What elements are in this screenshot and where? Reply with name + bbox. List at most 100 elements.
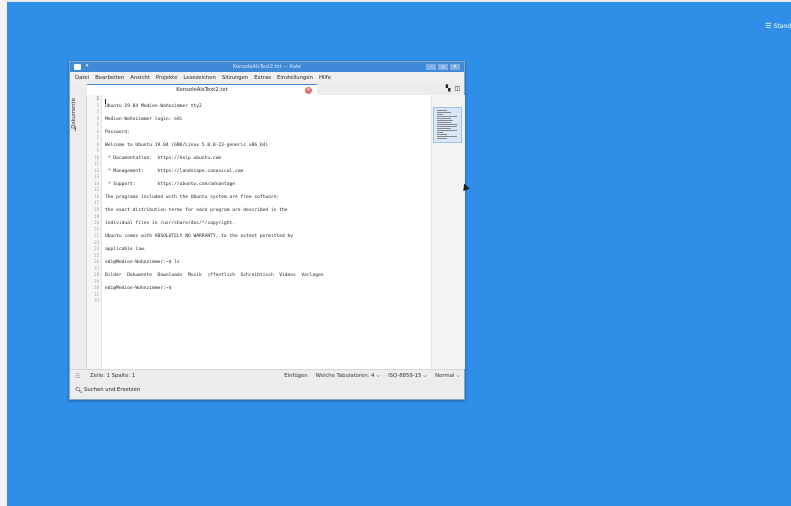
code-line: the exact distribution terms for each pr… bbox=[105, 208, 288, 213]
line-number: 22 bbox=[94, 233, 99, 239]
encoding-label: ISO-8859-15 bbox=[388, 373, 422, 379]
code-line: Bilder Dokumente Downloads Musik ▯ffentl… bbox=[105, 273, 324, 279]
line-number: 2 bbox=[96, 102, 99, 108]
line-number: 11 bbox=[94, 161, 99, 167]
line-number: 21 bbox=[94, 226, 99, 232]
editor-area[interactable]: 1 2 3 4 5 6 7 8 9 10 11 12 13 14 15 16 17 18 19 20 21 22 23 24 2… bbox=[87, 95, 431, 369]
menu-sitzungen[interactable]: Sitzungen bbox=[222, 75, 248, 81]
line-number: 24 bbox=[94, 246, 99, 252]
quick-open-icon[interactable]: ▚ bbox=[446, 85, 451, 92]
line-number-gutter: 1 2 3 4 5 6 7 8 9 10 11 12 13 14 15 16 17 18 19 20 21 22 23 24 2… bbox=[87, 95, 102, 369]
code-line: The programs included with the Ubuntu sy… bbox=[105, 194, 280, 200]
search-icon[interactable]: 🔍︎ bbox=[75, 387, 83, 394]
line-number: 18 bbox=[94, 207, 99, 212]
line-number: 26 bbox=[94, 259, 99, 265]
desktop-top-right-label: Stand bbox=[773, 22, 791, 30]
code-line: edi@Medion-Wohnzimmer:~$ ls bbox=[105, 260, 180, 266]
kate-window: ✦ KonsoleAlsText2.txt — Kate – ▫ × Datei… bbox=[69, 61, 465, 400]
menu-icon: ☰ bbox=[765, 22, 772, 30]
line-number: 28 bbox=[94, 272, 99, 278]
window-title: KonsoleAlsText2.txt — Kate bbox=[232, 64, 302, 70]
minimap-viewport[interactable] bbox=[433, 107, 462, 143]
minimap-line bbox=[437, 124, 457, 125]
minimap-line bbox=[437, 134, 447, 135]
hamburger-icon[interactable]: ☰ bbox=[75, 373, 80, 380]
line-number: 1 bbox=[96, 96, 99, 101]
minimap[interactable] bbox=[431, 95, 465, 369]
tab-label: KonsoleAlsText2.txt bbox=[176, 87, 228, 93]
minimap-line bbox=[437, 118, 451, 119]
minimap-line bbox=[437, 120, 453, 121]
left-sidebar: Dokumente ⭱ bbox=[70, 95, 87, 389]
line-number: 4 bbox=[96, 115, 99, 121]
code-line: individual files in /usr/share/doc/*/cop… bbox=[105, 221, 235, 227]
menu-extras[interactable]: Extras bbox=[254, 75, 271, 81]
code-line: Ubuntu comes with ABSOLUTELY NO WARRANTY… bbox=[105, 234, 294, 240]
upload-icon[interactable]: ⭱ bbox=[74, 125, 76, 136]
line-number: 32 bbox=[94, 298, 99, 304]
line-number: 25 bbox=[94, 252, 99, 258]
line-number: 13 bbox=[94, 174, 99, 180]
window-titlebar[interactable]: ✦ KonsoleAlsText2.txt — Kate – ▫ × bbox=[70, 62, 464, 72]
line-number: 3 bbox=[96, 109, 99, 115]
line-number: 17 bbox=[94, 200, 99, 206]
status-bar: ☰ Zeile: 1 Spalte: 1 Einfügen Weiche Tab… bbox=[70, 369, 464, 383]
minimap-line bbox=[437, 128, 451, 129]
code-line: * Management: https://landscape.canonica… bbox=[105, 168, 244, 174]
syntax-label: Normal bbox=[435, 373, 455, 379]
minimap-line bbox=[437, 116, 457, 117]
chevron-down-icon: ⌵ bbox=[423, 373, 428, 379]
desktop-top-right-button[interactable]: ☰ Stand bbox=[765, 20, 791, 32]
menu-lesezeichen[interactable]: Lesezeichen bbox=[183, 75, 216, 81]
menubar: Datei Bearbeiten Ansicht Projekte Leseze… bbox=[70, 72, 464, 83]
line-number: 19 bbox=[94, 213, 99, 219]
indentation-label: Weiche Tabulatoren: 4 bbox=[315, 373, 375, 379]
menu-hilfe[interactable]: Hilfe bbox=[319, 75, 331, 81]
desktop-left-panel bbox=[0, 0, 7, 506]
line-number: 31 bbox=[94, 291, 99, 297]
line-number: 27 bbox=[94, 265, 99, 271]
code-line: applicable law. bbox=[105, 247, 147, 253]
split-view-icon[interactable]: ◫ bbox=[454, 85, 460, 92]
find-replace-button[interactable]: Suchen und Ersetzen bbox=[84, 382, 140, 399]
minimap-line bbox=[437, 130, 457, 131]
chevron-down-icon: ⌵ bbox=[376, 373, 381, 379]
minimap-line bbox=[437, 138, 447, 139]
menu-projekte[interactable]: Projekte bbox=[156, 75, 178, 81]
line-number: 16 bbox=[94, 193, 99, 199]
line-number: 29 bbox=[94, 278, 99, 284]
menu-einstellungen[interactable]: Einstellungen bbox=[277, 75, 313, 81]
menu-datei[interactable]: Datei bbox=[75, 75, 89, 81]
minimize-button[interactable]: – bbox=[426, 64, 436, 70]
minimap-line bbox=[437, 136, 457, 137]
code-line: Password: bbox=[105, 129, 130, 135]
code-line: Ubuntu 19.04 Medion-Wohnzimmer tty2 bbox=[105, 103, 202, 109]
line-number: 30 bbox=[94, 285, 99, 291]
line-number: 8 bbox=[96, 141, 99, 147]
minimap-line bbox=[437, 132, 443, 133]
line-number: 10 bbox=[94, 154, 99, 160]
code-line: Welcome to Ubuntu 19.04 (GNU/Linux 5.0.0… bbox=[105, 142, 269, 148]
menu-ansicht[interactable]: Ansicht bbox=[130, 75, 150, 81]
minimap-line bbox=[437, 122, 451, 123]
code-line: * Support: https://ubuntu.com/advantage bbox=[105, 181, 235, 187]
find-bar: 🔍︎ Suchen und Ersetzen bbox=[70, 382, 464, 399]
code-line: edi@Medion-Wohnzimmer:~$ bbox=[105, 286, 172, 292]
line-number: 5 bbox=[96, 122, 99, 128]
code-line: Medion-Wohnzimmer login: edi bbox=[105, 116, 183, 122]
line-number: 7 bbox=[96, 135, 99, 141]
minimap-line bbox=[437, 126, 457, 127]
menu-bearbeiten[interactable]: Bearbeiten bbox=[95, 75, 124, 81]
code-line: * Documentation: https://help.ubuntu.com bbox=[105, 155, 222, 161]
line-number: 9 bbox=[96, 148, 99, 154]
maximize-button[interactable]: ▫ bbox=[438, 64, 448, 70]
close-button[interactable]: × bbox=[450, 64, 460, 70]
line-number: 20 bbox=[94, 220, 99, 226]
line-number: 6 bbox=[96, 128, 99, 134]
line-number: 12 bbox=[94, 167, 99, 173]
line-number: 15 bbox=[94, 187, 99, 193]
minimap-line bbox=[437, 110, 447, 111]
minimap-line bbox=[437, 112, 451, 113]
minimap-line bbox=[437, 114, 443, 115]
tab-close-icon[interactable]: × bbox=[305, 87, 312, 94]
